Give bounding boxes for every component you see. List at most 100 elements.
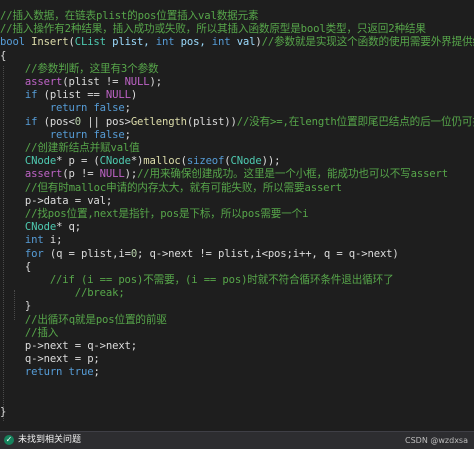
code-line[interactable]: } [0,300,31,313]
check-circle-icon: ✓ [4,435,14,445]
code-token: || pos> [81,115,131,128]
code-token: int [211,36,231,49]
status-bar: ✓ 未找到相关问题 CSDN @wzdxsa [0,431,474,449]
code-token: //出循环q就是pos位置的前驱 [0,313,167,326]
code-line[interactable]: assert(plist != NULL); [0,76,162,89]
code-token: Insert [31,36,69,49]
code-token: //找pos位置,next是指针，pos是下标，所以pos需要一个i [0,208,309,220]
code-token: //插入数据，在链表plist的pos位置插入val数据元素 [0,10,259,22]
code-line[interactable]: } [0,406,6,419]
code-token: NULL [124,76,150,88]
code-token: NULL [105,89,131,102]
code-token: return [49,128,88,141]
code-line[interactable]: //找pos位置,next是指针，pos是下标，所以pos需要一个i [0,208,309,221]
code-line[interactable]: //插入数据，在链表plist的pos位置插入val数据元素 [0,10,259,23]
code-token: NULL [99,168,125,181]
code-token: (q = plist,i= [43,247,131,260]
code-line[interactable]: q->next = p; [0,353,100,366]
code-token: false [93,128,125,141]
code-editor[interactable]: //插入数据，在链表plist的pos位置插入val数据元素//插入操作有2种结… [0,0,474,431]
code-token: ; [93,366,100,379]
code-line[interactable]: return false; [0,102,131,115]
code-token: int [155,36,175,49]
code-line[interactable]: assert(p != NULL);//用来确保创建成功。这里是一个小框，能成功… [0,168,448,181]
code-token: int [24,234,44,247]
issues-status-text[interactable]: 未找到相关问题 [18,434,81,447]
code-token: ; [124,128,131,141]
code-line[interactable]: //break; [0,287,125,300]
code-token: //参数判断，这里有3个参数 [0,62,159,75]
code-token: //参数就是实现这个函数的使用需要外界提供给它的数据东西 [261,36,474,49]
code-token: p->next = q->next; [0,340,138,352]
code-line[interactable]: CNode* p = (CNode*)malloc(sizeof(CNode))… [0,155,281,168]
code-line[interactable]: { [0,50,6,63]
code-token: CNode [24,155,57,168]
code-token: (p != [62,168,100,181]
code-line[interactable]: return true; [0,366,100,379]
code-token: return [24,366,63,379]
code-token: { [0,49,7,62]
code-line[interactable]: //参数判断，这里有3个参数 [0,62,159,76]
code-token: } [0,406,7,418]
code-line[interactable]: //出循环q就是pos位置的前驱 [0,314,167,327]
code-token: sizeof [186,155,225,168]
code-line[interactable]: p->next = q->next; [0,340,137,353]
code-token: q->next = p; [0,353,100,366]
code-line[interactable]: CNode* q; [0,221,81,234]
code-token: pos, [174,36,212,49]
code-line[interactable]: p->data = val; [0,195,112,208]
watermark: CSDN @wzdxsa [405,436,468,445]
code-token: malloc [143,155,181,168]
code-line[interactable]: if (pos<0 || pos>Getlength(plist))//没有>=… [0,116,474,129]
code-token: //没有>=,在length位置即尾巴结点的后一位仍可插入 [236,115,474,128]
code-token: CNode [230,155,262,168]
code-token: CList [74,36,106,49]
code-token: ) [130,89,138,102]
code-token: ); [124,168,138,181]
code-token: plist, [105,36,156,49]
code-line[interactable]: for (q = plist,i=0; q->next != plist,i<p… [0,248,399,261]
code-token: { [0,260,32,273]
code-token: for [24,247,44,260]
code-token: return [49,102,88,115]
code-line[interactable]: //if (i == pos)不需要，(i == pos)时就不符合循环条件退出… [0,274,394,287]
code-token: )); [261,155,281,168]
code-token: ; q->next != plist,i<pos;i++, q = q->nex… [137,247,399,260]
code-line[interactable]: bool Insert(CList plist, int pos, int va… [0,36,474,49]
code-line[interactable]: //创建新结点并赋val值 [0,142,140,155]
code-token: true [68,366,94,379]
code-line[interactable]: if (plist == NULL) [0,89,137,102]
code-token: //插入操作有2种结果，插入成功或失败，所以其插入函数原型是bool类型，只返回… [0,23,426,36]
code-line[interactable]: { [0,261,31,274]
code-token: //if (i == pos)不需要，(i == pos)时就不符合循环条件退出… [0,274,394,286]
code-token: assert [24,76,63,88]
code-token: false [93,102,125,115]
code-token: if [24,89,38,102]
code-line[interactable]: //插入操作有2种结果，插入成功或失败，所以其插入函数原型是bool类型，只返回… [0,23,426,36]
code-token: *) [130,155,144,168]
code-line[interactable]: int i; [0,234,63,247]
code-token: //用来确保创建成功。这里是一个小框，能成功也可以不写assert [137,168,448,181]
code-token: if [24,115,38,128]
code-token: (plist != [62,76,125,88]
code-token: i; [43,234,63,247]
code-line[interactable]: //但有时malloc申请的内存太大，就有可能失败，所以需要assert [0,182,342,195]
code-token: Getlength [130,115,187,128]
code-token: CNode [99,155,131,168]
code-token: assert [24,168,63,181]
code-token: val [230,36,256,49]
code-token: //但有时malloc申请的内存太大，就有可能失败，所以需要assert [0,181,342,194]
code-line[interactable]: return false; [0,129,131,142]
code-token: CNode [24,221,57,234]
code-token: * q; [56,221,81,234]
code-token: (plist)) [186,115,237,128]
code-line[interactable]: //插入 [0,327,59,340]
